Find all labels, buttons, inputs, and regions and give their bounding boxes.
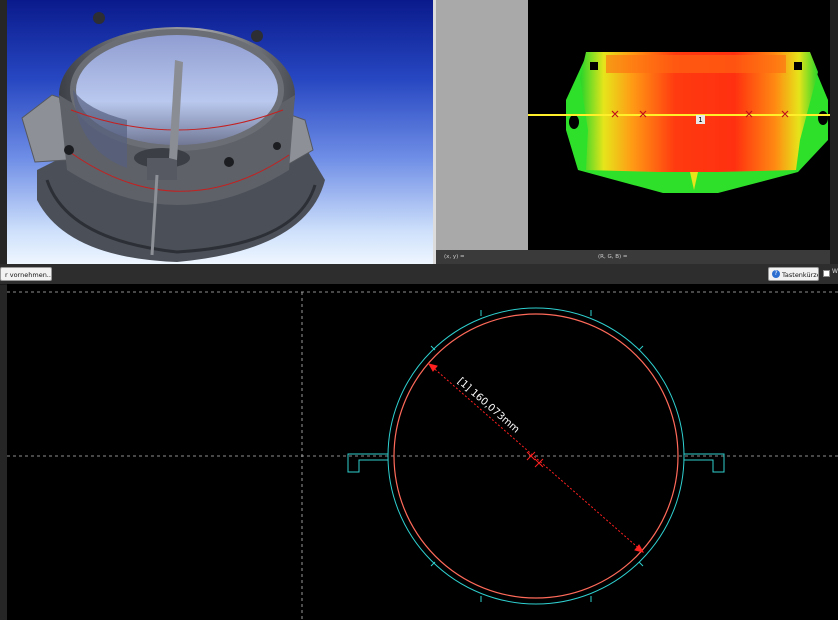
deviation-color-map: 1 [528, 52, 838, 193]
right-window-edge [830, 0, 838, 264]
deviation-map-panel[interactable]: 1 (x, y) = (R, G, B) = [436, 0, 838, 264]
deviation-map-canvas[interactable]: 1 [528, 0, 838, 250]
shortcuts-button-label: Tastenkürzel [782, 271, 819, 279]
action-button[interactable]: r vornehmen.... [0, 267, 52, 281]
deviation-status-bar: (x, y) = (R, G, B) = [436, 250, 838, 264]
mid-toolbar: r vornehmen.... ? Tastenkürzel [0, 264, 838, 285]
diameter-measurement [427, 363, 645, 553]
3d-model-viewport[interactable] [7, 0, 433, 264]
section-drawing: [1] 160,073mm [7, 291, 838, 620]
left-window-edge [0, 0, 7, 620]
help-icon: ? [772, 270, 780, 278]
section-view-canvas[interactable]: [1] 160,073mm [7, 284, 838, 620]
cursor-rgb-readout: (R, G, B) = [598, 254, 628, 260]
w-checkbox[interactable] [823, 270, 830, 277]
cursor-xy-readout: (x, y) = [444, 254, 465, 260]
diameter-label: [1] 160,073mm [455, 376, 521, 436]
housing-3d-render [21, 12, 325, 262]
crosshair [7, 291, 838, 620]
measure-tag-label: 1 [698, 116, 702, 124]
shortcuts-button[interactable]: ? Tastenkürzel [768, 267, 819, 281]
w-checkbox-label: W [832, 268, 838, 275]
deviation-map-margin [436, 0, 528, 250]
